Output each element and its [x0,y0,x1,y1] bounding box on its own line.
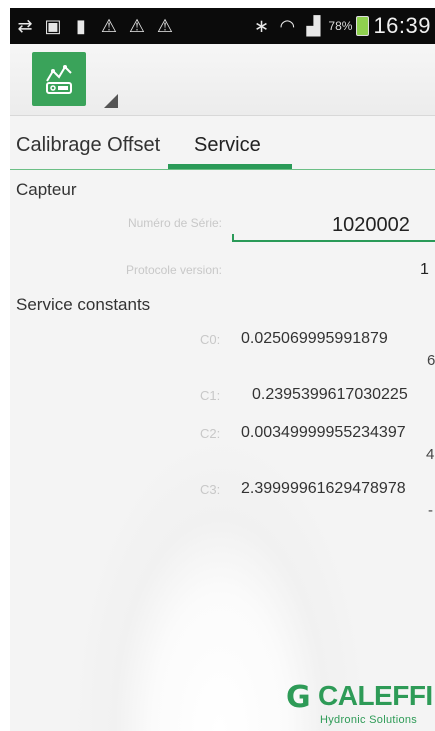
c1-label: C1: [200,388,221,403]
caleffi-mark-icon: G [286,680,311,715]
tab-service[interactable]: Service [194,134,261,157]
warning-icon: ⚠ [100,15,118,37]
clock: 16:39 [373,13,431,38]
c3-value[interactable]: 2.39999961629478978 [241,480,406,498]
serial-label: Numéro de Série: [127,216,222,230]
battery-icon [356,16,370,36]
service-panel: Capteur Numéro de Série: 1020002 Protoco… [10,170,435,731]
capteur-title: Capteur [16,180,77,199]
service-constants-title: Service constants [16,295,151,314]
action-bar [10,44,435,116]
status-right: ∗ ◠ ▟ 78% 16:39 [250,13,435,39]
caleffi-logo: G CALEFFI Hydronic Solutions [286,678,435,730]
logo-tagline: Hydronic Solutions [320,714,418,726]
warning-icon: ⚠ [156,15,174,37]
protocol-value[interactable]: 1 [420,261,429,279]
c3-value-continuation: - [428,502,433,519]
serial-value[interactable]: 1020002 [332,214,410,237]
wifi-icon: ◠ [279,15,296,37]
battery-app-icon: ▮ [76,15,86,37]
app-menu-dropdown-icon[interactable] [104,94,118,108]
protocol-label: Protocole version: [125,263,222,277]
logo-name: CALEFFI [318,680,433,711]
status-icons: ⇄ ▣ ▮ ⚠ ⚠ ⚠ [10,15,176,37]
c0-label: C0: [200,332,221,347]
tab-selected-indicator [168,164,292,169]
warning-icon: ⚠ [128,15,146,37]
c1-value[interactable]: 0.2395399617030225 [252,386,408,404]
c0-value[interactable]: 0.025069995991879 [241,330,388,348]
tab-calibrage-offset[interactable]: Calibrage Offset [16,134,160,157]
phone-screen: ⇄ ▣ ▮ ⚠ ⚠ ⚠ ∗ ◠ ▟ 78% 16:39 Calibrage Of… [10,8,435,731]
usb-icon: ⇄ [17,15,33,37]
c3-label: C3: [200,482,221,497]
status-bar: ⇄ ▣ ▮ ⚠ ⚠ ⚠ ∗ ◠ ▟ 78% 16:39 [10,8,435,44]
screen-share-icon: ▣ [44,15,62,37]
battery-percent: 78% [328,19,353,33]
signal-icon: ▟ [306,15,321,37]
bluetooth-icon: ∗ [253,15,269,37]
c2-value-continuation: 4 [426,446,435,463]
c0-value-continuation: 6 [427,352,435,369]
c2-label: C2: [200,426,221,441]
app-logo-icon [46,65,72,94]
app-icon[interactable] [32,52,86,106]
c2-value[interactable]: 0.00349999955234397 [241,424,406,442]
tab-bar: Calibrage Offset Service [10,124,435,170]
serial-field-underline [232,240,435,242]
